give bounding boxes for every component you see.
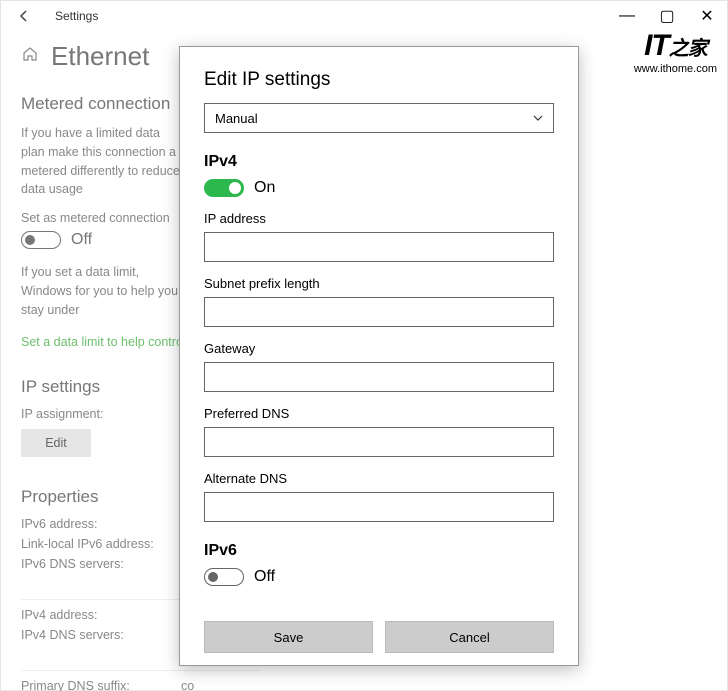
chevron-down-icon [533,111,543,126]
ipv6-toggle-state: Off [254,568,275,586]
ip-assignment-label: IP assignment: [21,407,181,421]
subnet-prefix-label: Subnet prefix length [204,276,554,291]
ipv4-toggle-state: On [254,179,275,197]
home-icon[interactable] [21,45,39,68]
watermark: IT之家 www.ithome.com [634,29,717,75]
ipv6-toggle[interactable]: Off [204,568,554,586]
ip-address-input[interactable] [204,232,554,262]
watermark-url: www.ithome.com [634,63,717,75]
alternate-dns-input[interactable] [204,492,554,522]
property-row: Primary DNS suffix:co [21,679,707,691]
ipv4-toggle[interactable]: On [204,179,554,197]
gateway-label: Gateway [204,341,554,356]
ipv4-heading: IPv4 [204,153,554,171]
gateway-input[interactable] [204,362,554,392]
preferred-dns-label: Preferred DNS [204,406,554,421]
titlebar-title: Settings [55,9,98,23]
window-controls: — ▢ ✕ [607,1,727,31]
metered-note: If you set a data limit, Windows for you… [21,263,181,319]
subnet-prefix-input[interactable] [204,297,554,327]
metered-description: If you have a limited data plan make thi… [21,124,181,199]
divider [21,670,261,671]
save-button[interactable]: Save [204,621,373,653]
close-button[interactable]: ✕ [687,1,727,31]
cancel-button[interactable]: Cancel [385,621,554,653]
ip-mode-select[interactable]: Manual [204,103,554,133]
dialog-title: Edit IP settings [204,69,554,91]
alternate-dns-label: Alternate DNS [204,471,554,486]
edit-button[interactable]: Edit [21,429,91,457]
preferred-dns-input[interactable] [204,427,554,457]
ipv6-heading: IPv6 [204,542,554,560]
ip-mode-value: Manual [215,111,258,126]
metered-toggle-state: Off [71,231,92,249]
back-button[interactable] [17,9,31,23]
edit-ip-settings-dialog: Edit IP settings Manual IPv4 On IP addre… [179,46,579,666]
minimize-button[interactable]: — [607,1,647,31]
ip-address-label: IP address [204,211,554,226]
page-title: Ethernet [51,41,149,72]
maximize-button[interactable]: ▢ [647,1,687,31]
